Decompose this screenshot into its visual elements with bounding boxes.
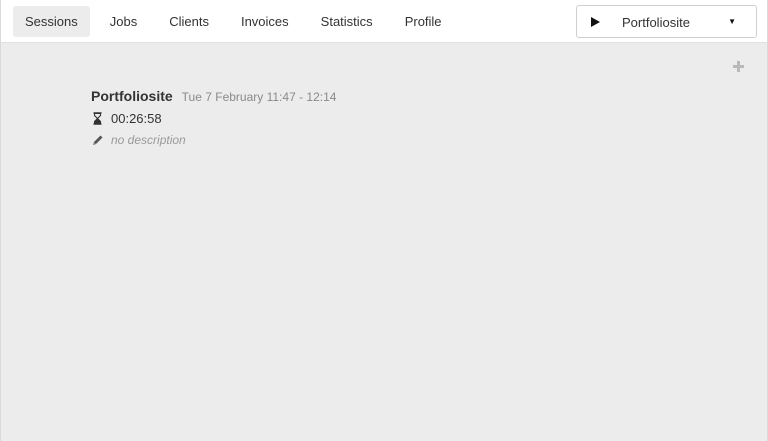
caret-down-icon[interactable]: ▼ [728,17,736,26]
session-time-range: Tue 7 February 11:47 - 12:14 [181,90,337,104]
timer-selected-job: Portfoliosite [622,15,690,30]
tab-sessions[interactable]: Sessions [13,6,90,37]
top-navigation-bar: Sessions Jobs Clients Invoices Statistic… [1,0,767,43]
add-session-icon[interactable] [732,60,746,74]
session-entry: Portfoliosite Tue 7 February 11:47 - 12:… [91,88,336,147]
hourglass-icon [93,112,102,125]
session-duration-row: 00:26:58 [91,111,336,126]
tab-jobs[interactable]: Jobs [98,6,149,37]
pencil-icon[interactable] [91,134,104,147]
session-job-name[interactable]: Portfoliosite [91,88,173,104]
tab-clients[interactable]: Clients [157,6,221,37]
session-duration: 00:26:58 [111,111,162,126]
job-timer-selector[interactable]: Portfoliosite ▼ [576,5,757,38]
tab-statistics[interactable]: Statistics [309,6,385,37]
tab-profile[interactable]: Profile [393,6,454,37]
session-header: Portfoliosite Tue 7 February 11:47 - 12:… [91,88,336,104]
main-nav: Sessions Jobs Clients Invoices Statistic… [13,6,462,37]
tab-invoices[interactable]: Invoices [229,6,301,37]
session-description[interactable]: no description [111,133,186,147]
app-window: Sessions Jobs Clients Invoices Statistic… [0,0,768,441]
play-icon[interactable] [591,17,600,27]
session-description-row[interactable]: no description [91,133,336,147]
